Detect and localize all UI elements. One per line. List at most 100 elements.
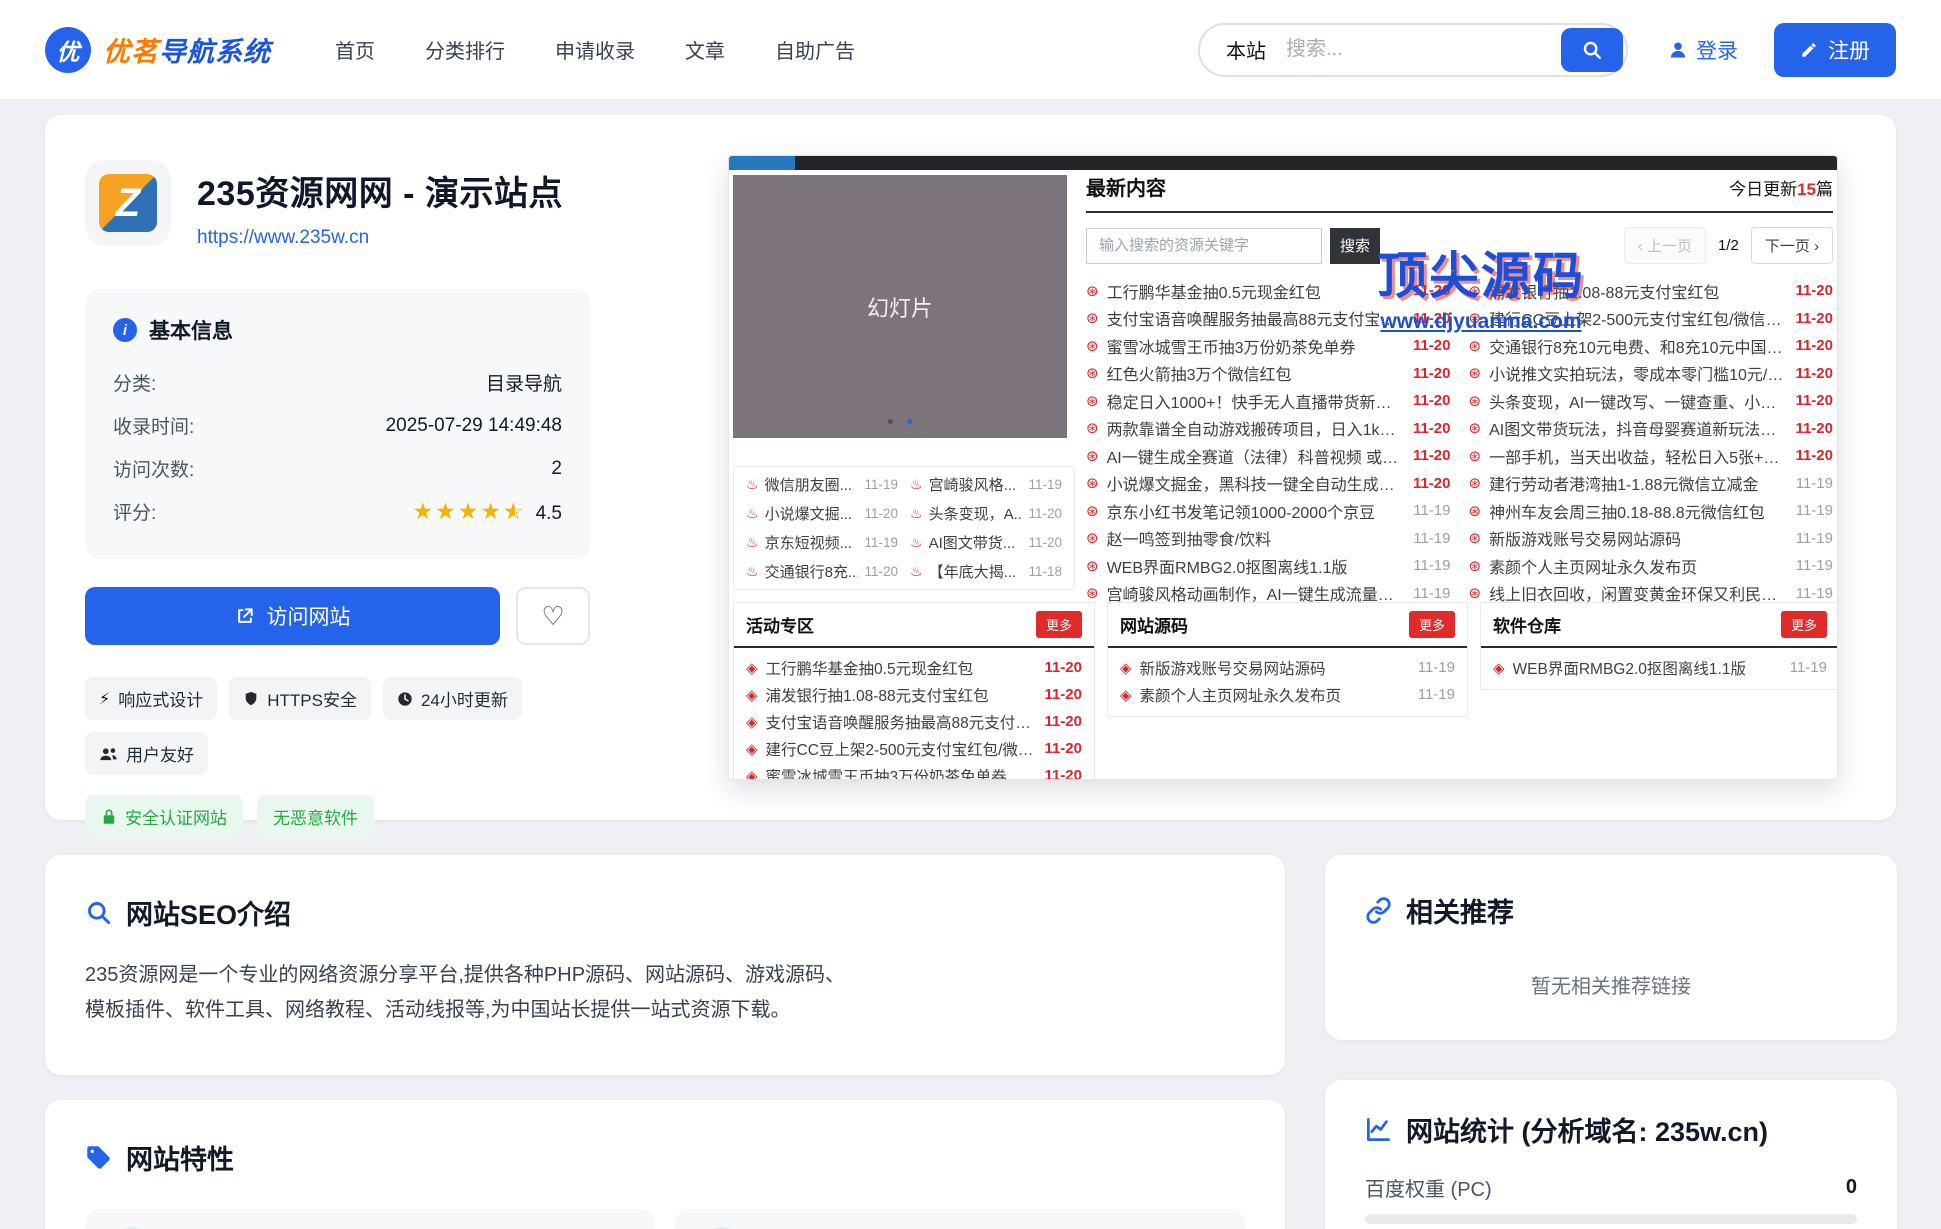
hot-link-item[interactable]: ♨ 【年底大揭... 11-18: [910, 561, 1062, 582]
section-row: ◈ WEB界面RMBG2.0抠图离线1.1版 11-19: [1493, 654, 1827, 681]
site-url-link[interactable]: https://www.235w.cn: [197, 227, 369, 249]
article-link[interactable]: 新版游戏账号交易网站源码: [1140, 657, 1408, 679]
article-row: ⊛ 小说爆文掘金，黑科技一键全自动生成，新手... 11-20: [1086, 470, 1451, 498]
visit-site-button[interactable]: 访问网站: [85, 587, 500, 645]
search-input[interactable]: [1286, 38, 1516, 61]
site-screenshot-preview[interactable]: 幻灯片 ● ● ♨ 微信朋友圈... 11-19 ♨ 宫崎骏风格... 11-1…: [728, 155, 1838, 780]
article-link[interactable]: 蜜雪冰城雪王币抽3万份奶茶免单券: [1107, 334, 1403, 358]
article-link[interactable]: 稳定日入1000+！快手无人直播带货新玩法，...: [1107, 389, 1403, 413]
gem-icon: ◈: [1493, 659, 1505, 677]
menu-item[interactable]: 分类排行: [425, 35, 505, 64]
slideshow-dots: ● ●: [733, 414, 1067, 428]
brand-logo[interactable]: 优 优茗导航系统: [45, 27, 271, 73]
hot-link-item[interactable]: ♨ 头条变现，A... 11-20: [910, 503, 1062, 524]
article-link[interactable]: WEB界面RMBG2.0抠图离线1.1版: [1107, 554, 1404, 578]
article-link[interactable]: 建行CC豆上架2-500元支付宝红包/微信立减金: [1489, 306, 1785, 330]
article-link[interactable]: 一部手机，当天出收益，轻松日入5张+，小白...: [1489, 444, 1785, 468]
article-link[interactable]: 支付宝语音唤醒服务抽最高88元支付宝红包: [1107, 306, 1403, 330]
more-button[interactable]: 更多: [1409, 611, 1455, 638]
article-date: 11-20: [1044, 713, 1082, 730]
resource-search-button[interactable]: 搜索: [1330, 228, 1380, 264]
article-link[interactable]: 建行劳动者港湾抽1-1.88元微信立减金: [1489, 471, 1786, 495]
article-link[interactable]: 浦发银行抽1.08-88元支付宝红包: [1489, 279, 1785, 303]
article-date: 11-20: [1795, 420, 1833, 437]
hot-link-item[interactable]: ♨ 交通银行8充... 11-20: [746, 561, 898, 582]
article-date: 11-20: [1413, 310, 1451, 327]
page-indicator: 1/2: [1718, 237, 1739, 254]
article-link[interactable]: 头条变现，AI一键改写、一键查重、小白可做...: [1489, 389, 1785, 413]
more-button[interactable]: 更多: [1036, 611, 1082, 638]
article-link[interactable]: 红色火箭抽3万个微信红包: [1107, 361, 1403, 385]
article-link[interactable]: 赵一鸣签到抽零食/饮料: [1107, 526, 1404, 550]
slideshow-dot-active[interactable]: ●: [906, 414, 913, 428]
article-link[interactable]: AI图文带货玩法，抖音母婴赛道新玩法，简单...: [1489, 416, 1785, 440]
prev-page-button[interactable]: ‹ 上一页: [1624, 227, 1706, 264]
article-link[interactable]: AI一键生成全赛道（法律）科普视频 或其他赛...: [1107, 444, 1403, 468]
section-row: ◈ 建行CC豆上架2-500元支付宝红包/微信立减金 11-20: [746, 735, 1082, 762]
more-button[interactable]: 更多: [1781, 611, 1827, 638]
article-date: 11-19: [1790, 659, 1827, 676]
menu-item[interactable]: 申请收录: [555, 35, 635, 64]
latest-columns: ⊛ 工行鹏华基金抽0.5元现金红包 11-20 ⊛ 支付宝语音唤醒服务抽最高88…: [1086, 277, 1833, 607]
article-link[interactable]: 工行鹏华基金抽0.5元现金红包: [766, 657, 1035, 679]
hot-link-item[interactable]: ♨ 微信朋友圈... 11-19: [746, 474, 898, 495]
pencil-icon: [1800, 41, 1818, 59]
favorite-button[interactable]: ♡: [516, 587, 590, 645]
article-link[interactable]: 支付宝语音唤醒服务抽最高88元支付宝红包: [766, 711, 1035, 733]
page-title: 235资源网网 - 演示站点: [197, 160, 563, 215]
resource-search-input[interactable]: [1086, 228, 1322, 264]
star-icon: ★★★★: [412, 498, 502, 524]
article-link[interactable]: 建行CC豆上架2-500元支付宝红包/微信立减金: [766, 738, 1035, 760]
article-date: 11-20: [1413, 365, 1451, 382]
search-button[interactable]: [1561, 28, 1623, 72]
hot-link-item[interactable]: ♨ AI图文带货... 11-20: [910, 532, 1062, 553]
new-badge-icon: ⊛: [1086, 557, 1099, 575]
article-link[interactable]: 新版游戏账号交易网站源码: [1489, 526, 1786, 550]
stats-header: 网站统计 (分析域名: 235w.cn): [1365, 1110, 1857, 1149]
search-scope-select[interactable]: 本站: [1200, 35, 1286, 64]
article-date: 11-19: [1413, 557, 1450, 574]
article-link[interactable]: 神州车友会周三抽0.18-88.8元微信红包: [1489, 499, 1786, 523]
article-link[interactable]: 蜜雪冰城雪王币抽3万份奶茶免单券: [766, 765, 1035, 781]
info-row-rating: 评分: ★★★★☆★4.5: [113, 490, 562, 533]
gem-icon: ◈: [746, 659, 758, 677]
slideshow-dot[interactable]: ●: [887, 414, 894, 428]
article-date: 11-20: [1795, 310, 1833, 327]
navbar: 优 优茗导航系统 首页 分类排行 申请收录 文章 自助广告 本站 登录 注册: [0, 0, 1941, 100]
feature-tile-ui: ✓ 界面简洁: [85, 1209, 655, 1229]
login-button[interactable]: 登录: [1668, 35, 1738, 65]
article-link[interactable]: WEB界面RMBG2.0抠图离线1.1版: [1513, 657, 1780, 679]
article-link[interactable]: 小说爆文掘金，黑科技一键全自动生成，新手...: [1107, 471, 1403, 495]
section-software: 软件仓库 更多 ◈ WEB界面RMBG2.0抠图离线1.1版 11-19: [1480, 602, 1838, 690]
menu-item[interactable]: 文章: [685, 35, 725, 64]
article-link[interactable]: 交通银行8充10元电费、和8充10元中国移动话费: [1489, 334, 1785, 358]
article-link[interactable]: 素颜个人主页网址永久发布页: [1140, 684, 1408, 706]
hot-link-item[interactable]: ♨ 京东短视频... 11-19: [746, 532, 898, 553]
article-link[interactable]: 小说推文实拍玩法，零成本零门槛10元/单，轻...: [1489, 361, 1785, 385]
article-row: ⊛ 红色火箭抽3万个微信红包 11-20: [1086, 360, 1451, 388]
new-badge-icon: ⊛: [1469, 584, 1482, 602]
fire-icon: ♨: [746, 534, 759, 551]
latest-column-2: ⊛ 浦发银行抽1.08-88元支付宝红包 11-20 ⊛ 建行CC豆上架2-50…: [1469, 277, 1834, 607]
next-page-button[interactable]: 下一页 ›: [1751, 227, 1833, 264]
stats-card: 网站统计 (分析域名: 235w.cn) 百度权重 (PC) 0 预计来路 0 …: [1325, 1080, 1897, 1229]
menu-item[interactable]: 自助广告: [775, 35, 855, 64]
article-link[interactable]: 素颜个人主页网址永久发布页: [1489, 554, 1786, 578]
register-button[interactable]: 注册: [1774, 23, 1896, 77]
hot-link-item[interactable]: ♨ 宫崎骏风格... 11-19: [910, 474, 1062, 495]
site-header: Z 235资源网网 - 演示站点 https://www.235w.cn: [85, 160, 590, 249]
article-date: 11-20: [1795, 392, 1833, 409]
new-badge-icon: ⊛: [1086, 392, 1099, 410]
info-row-visits: 访问次数: 2: [113, 447, 562, 490]
stat-progress-bar: [1365, 1214, 1857, 1224]
article-link[interactable]: 浦发银行抽1.08-88元支付宝红包: [766, 684, 1035, 706]
menu-item[interactable]: 首页: [335, 35, 375, 64]
article-row: ⊛ AI图文带货玩法，抖音母婴赛道新玩法，简单... 11-20: [1469, 415, 1834, 443]
article-link[interactable]: 工行鹏华基金抽0.5元现金红包: [1107, 279, 1403, 303]
article-link[interactable]: 京东小红书发笔记领1000-2000个京豆: [1107, 499, 1404, 523]
article-row: ⊛ 建行劳动者港湾抽1-1.88元微信立减金 11-19: [1469, 470, 1834, 498]
article-row: ⊛ 稳定日入1000+！快手无人直播带货新玩法，... 11-20: [1086, 387, 1451, 415]
hot-link-item[interactable]: ♨ 小说爆文掘... 11-20: [746, 503, 898, 524]
fire-icon: ♨: [910, 534, 923, 551]
article-link[interactable]: 两款靠谱全自动游戏搬砖项目，日入1k+，稳...: [1107, 416, 1403, 440]
